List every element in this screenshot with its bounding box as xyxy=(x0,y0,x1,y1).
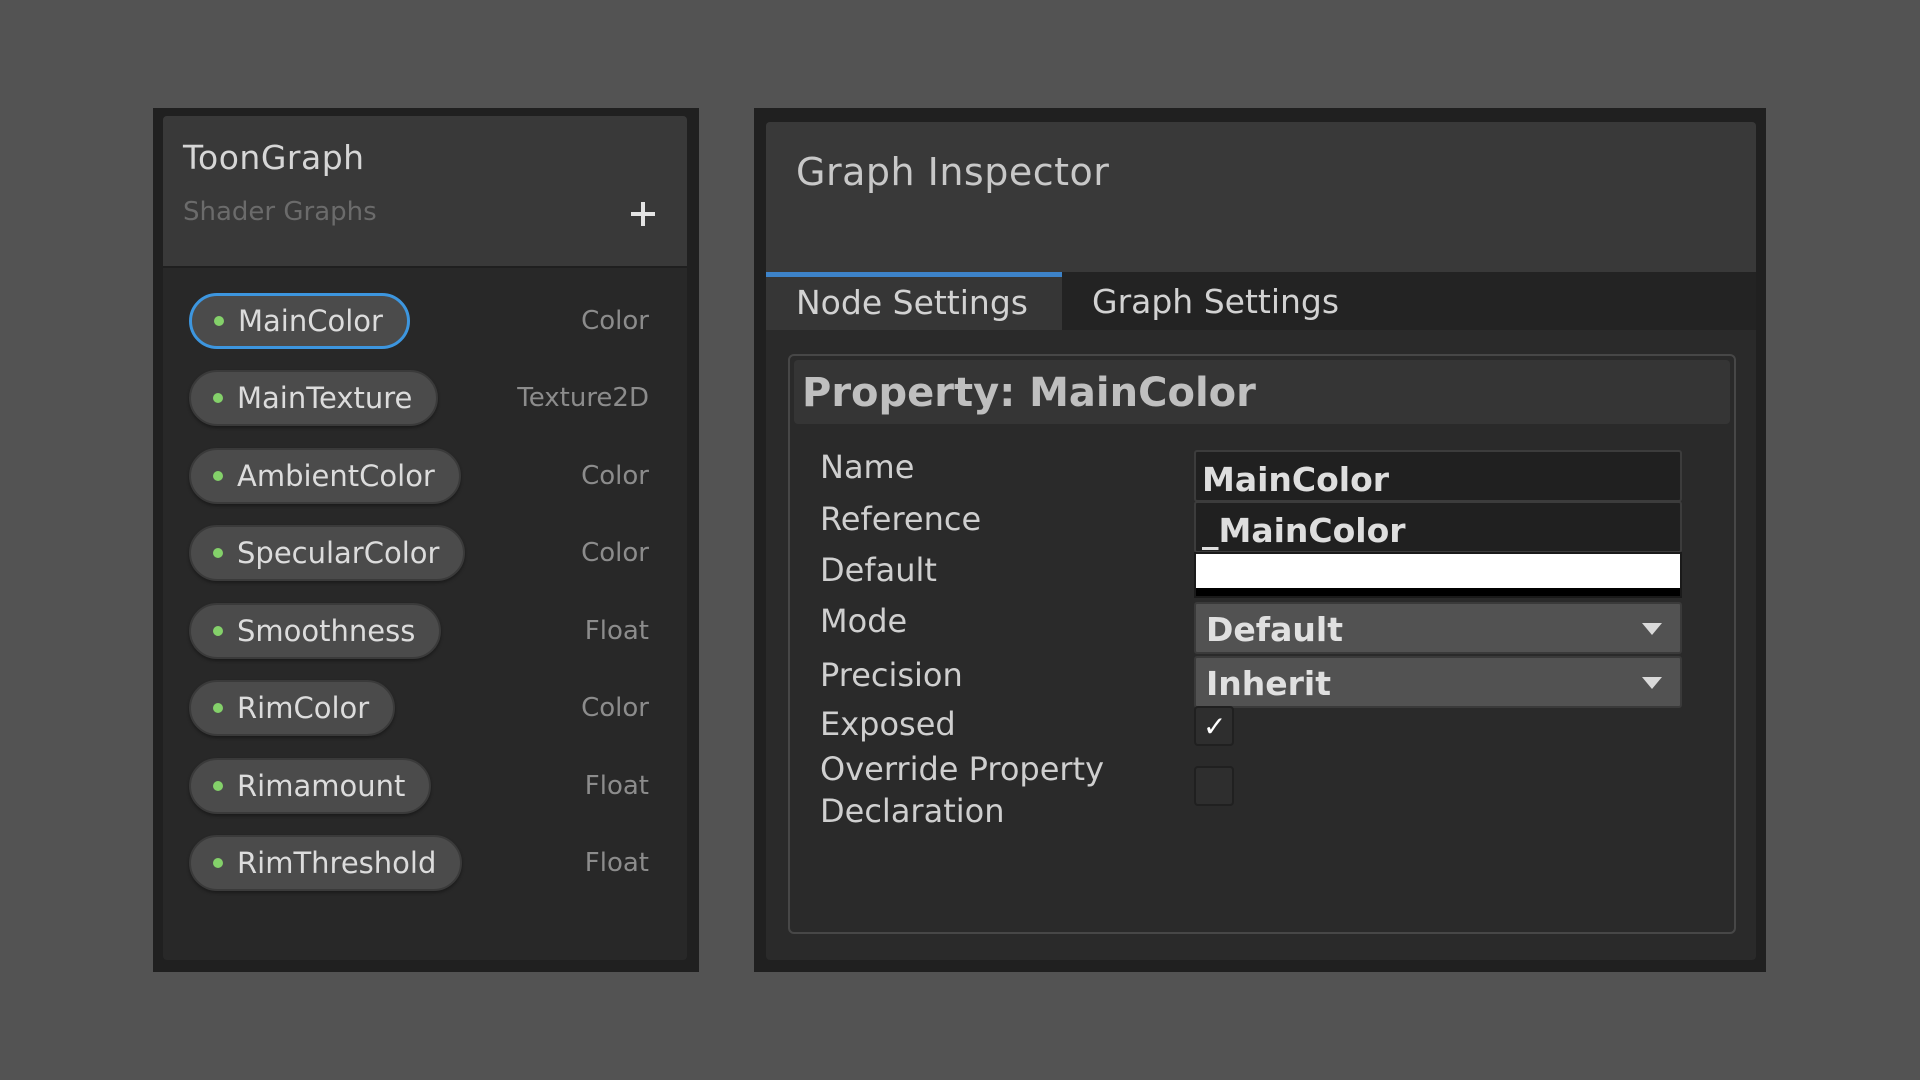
inspector-title: Graph Inspector xyxy=(796,150,1110,194)
name-field[interactable] xyxy=(1194,450,1682,502)
color-swatch xyxy=(1196,554,1680,588)
property-type: Color xyxy=(581,460,649,491)
property-settings-box: Property: MainColor Name Reference Defau… xyxy=(788,354,1736,934)
property-name: Smoothness xyxy=(237,613,416,648)
blackboard-header: ToonGraph Shader Graphs xyxy=(163,116,687,268)
list-item: AmbientColor Color xyxy=(189,437,649,515)
list-item: RimColor Color xyxy=(189,670,649,748)
checkmark-icon: ✓ xyxy=(1203,710,1227,743)
property-name: RimColor xyxy=(237,691,370,726)
property-dot-icon xyxy=(213,780,223,791)
property-type: Color xyxy=(581,538,649,569)
inspector-header: Graph Inspector xyxy=(766,122,1756,272)
mode-dropdown[interactable]: Default xyxy=(1194,602,1682,654)
property-list: MainColor Color MainTexture Texture2D Am… xyxy=(163,268,687,902)
override-property-checkbox[interactable] xyxy=(1194,766,1234,806)
property-pill-rimamount[interactable]: Rimamount xyxy=(189,757,432,814)
property-pill-rimthreshold[interactable]: RimThreshold xyxy=(189,835,463,892)
property-name: MainColor xyxy=(238,303,383,338)
property-name: MainTexture xyxy=(237,381,413,416)
reference-field[interactable] xyxy=(1194,501,1682,553)
blackboard-subtitle: Shader Graphs xyxy=(183,197,377,227)
mode-value: Default xyxy=(1206,610,1343,649)
property-pill-rimcolor[interactable]: RimColor xyxy=(189,680,396,737)
override-label-line2: Declaration xyxy=(820,792,1005,830)
property-type: Float xyxy=(584,770,649,801)
property-name: AmbientColor xyxy=(237,458,435,493)
chevron-down-icon xyxy=(1642,677,1662,689)
blackboard-title: ToonGraph xyxy=(183,138,365,177)
property-name: Rimamount xyxy=(237,768,406,803)
graph-inspector: Graph Inspector Node Settings Graph Sett… xyxy=(766,122,1756,960)
property-dot-icon xyxy=(213,625,223,636)
inspector-tabs: Node Settings Graph Settings xyxy=(766,272,1756,330)
property-type: Float xyxy=(584,848,649,879)
precision-value: Inherit xyxy=(1206,664,1332,703)
chevron-down-icon xyxy=(1642,623,1662,635)
property-pill-maincolor[interactable]: MainColor xyxy=(189,292,410,349)
tab-graph-settings[interactable]: Graph Settings xyxy=(1062,272,1339,330)
property-name: SpecularColor xyxy=(237,536,440,571)
list-item: Rimamount Float xyxy=(189,747,649,825)
property-pill-smoothness[interactable]: Smoothness xyxy=(189,602,442,659)
precision-dropdown[interactable]: Inherit xyxy=(1194,656,1682,708)
list-item: MainColor Color xyxy=(189,282,649,360)
graph-inspector-panel: Graph Inspector Node Settings Graph Sett… xyxy=(754,108,1766,972)
tab-node-settings[interactable]: Node Settings xyxy=(766,272,1062,330)
default-color-field[interactable] xyxy=(1194,552,1682,598)
reference-label: Reference xyxy=(820,500,982,538)
list-item: SpecularColor Color xyxy=(189,515,649,593)
list-item: RimThreshold Float xyxy=(189,825,649,903)
property-title: Property: MainColor xyxy=(794,360,1730,424)
property-pill-specularcolor[interactable]: SpecularColor xyxy=(189,525,466,582)
property-type: Color xyxy=(581,693,649,724)
property-dot-icon xyxy=(213,470,223,481)
property-name: RimThreshold xyxy=(237,846,437,881)
precision-label: Precision xyxy=(820,656,963,694)
property-type: Texture2D xyxy=(517,383,649,414)
property-dot-icon xyxy=(213,703,223,714)
property-type: Color xyxy=(581,305,649,336)
blackboard-panel: ToonGraph Shader Graphs MainColor Color … xyxy=(153,108,699,972)
property-dot-icon xyxy=(213,858,223,869)
plus-icon[interactable] xyxy=(627,198,659,230)
property-dot-icon xyxy=(213,393,223,404)
property-dot-icon xyxy=(213,548,223,559)
exposed-label: Exposed xyxy=(820,705,956,743)
exposed-checkbox[interactable]: ✓ xyxy=(1194,706,1234,746)
property-type: Float xyxy=(584,615,649,646)
override-property-label: Override Property Declaration xyxy=(820,748,1104,832)
override-label-line1: Override Property xyxy=(820,750,1105,788)
list-item: MainTexture Texture2D xyxy=(189,360,649,438)
list-item: Smoothness Float xyxy=(189,592,649,670)
default-label: Default xyxy=(820,551,937,589)
property-pill-ambientcolor[interactable]: AmbientColor xyxy=(189,447,461,504)
name-label: Name xyxy=(820,448,915,486)
property-dot-icon xyxy=(214,315,224,326)
blackboard: ToonGraph Shader Graphs MainColor Color … xyxy=(163,116,687,960)
property-pill-maintexture[interactable]: MainTexture xyxy=(189,370,439,427)
mode-label: Mode xyxy=(820,602,908,640)
